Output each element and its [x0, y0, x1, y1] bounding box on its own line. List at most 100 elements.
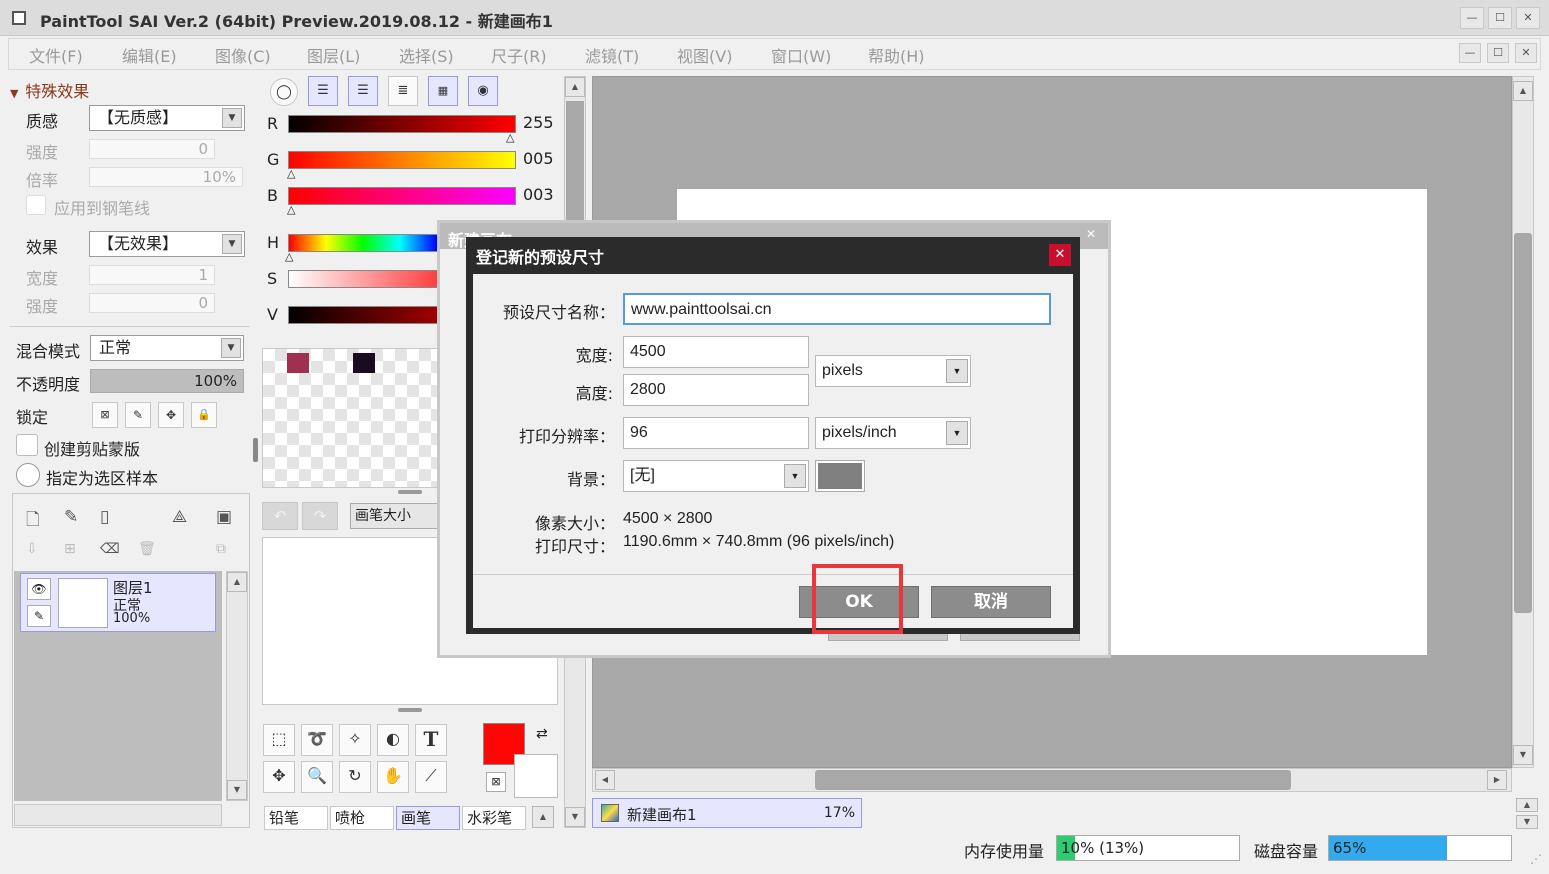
h-slider[interactable]: [288, 234, 438, 252]
color-wheel-icon[interactable]: ◯: [270, 78, 298, 106]
swap-colors-icon[interactable]: ⇄: [536, 726, 548, 742]
h-slider-handle[interactable]: △: [285, 250, 293, 263]
new-canvas-close-icon[interactable]: ✕: [1080, 227, 1102, 245]
blend-mode-select[interactable]: 正常 ▼: [90, 335, 244, 361]
tab-pencil[interactable]: 铅笔: [264, 806, 328, 830]
clipping-checkbox[interactable]: [16, 434, 38, 456]
scratchpad-icon[interactable]: ◉: [468, 76, 498, 106]
swatch-color[interactable]: [287, 353, 309, 373]
scroll-right-icon[interactable]: ▶: [1487, 770, 1507, 790]
width-input[interactable]: 4500: [623, 336, 809, 368]
lock-all-icon[interactable]: 🔒: [191, 402, 217, 428]
duplicate-icon[interactable]: ⧉: [216, 541, 226, 557]
panel-splitter[interactable]: [398, 708, 422, 712]
shape-icon[interactable]: ◐: [377, 724, 409, 756]
minimize-button[interactable]: —: [1460, 7, 1484, 29]
brush-size-dropdown[interactable]: 画笔大小: [350, 503, 438, 529]
panel-splitter[interactable]: [398, 490, 422, 494]
new-layer-icon[interactable]: 🗋: [26, 507, 40, 536]
scroll-left-icon[interactable]: ◀: [595, 770, 615, 790]
texture-select[interactable]: 【无质感】 ▼: [89, 105, 245, 131]
collapse-triangle-icon[interactable]: ▼: [10, 87, 18, 100]
resolution-input[interactable]: 96: [623, 417, 809, 449]
scroll-down-icon[interactable]: ▼: [1516, 815, 1538, 829]
magic-wand-icon[interactable]: ✧: [339, 724, 371, 756]
new-vector-layer-icon[interactable]: ✎: [64, 507, 78, 527]
doc-close-button[interactable]: ✕: [1515, 43, 1537, 63]
hand-icon[interactable]: ✋: [377, 761, 409, 793]
s-slider[interactable]: [288, 270, 438, 288]
menu-edit[interactable]: 编辑(E): [122, 43, 177, 67]
canvas-hscrollbar[interactable]: ◀ ▶: [592, 768, 1512, 792]
background-color-button[interactable]: [815, 460, 865, 492]
scroll-up-icon[interactable]: ▲: [1513, 81, 1533, 101]
tab-watercolor[interactable]: 水彩笔: [462, 806, 526, 830]
add-icon[interactable]: ⊞: [64, 541, 76, 557]
layer-row[interactable]: 👁 ✎ 图层1 正常 100%: [20, 573, 216, 632]
b-slider[interactable]: [288, 187, 516, 205]
move-icon[interactable]: ✥: [263, 761, 295, 793]
scroll-thumb[interactable]: [815, 770, 1291, 790]
clear-layer-icon[interactable]: ⌫: [100, 541, 120, 557]
layer-scrollbar[interactable]: ▲ ▼: [226, 571, 248, 801]
mask-icon[interactable]: ▣: [216, 507, 232, 527]
tab-airbrush[interactable]: 喷枪: [330, 806, 394, 830]
lock-transparency-icon[interactable]: ⊠: [92, 402, 118, 428]
opacity-slider[interactable]: 100%: [90, 369, 244, 393]
scroll-up-icon[interactable]: ▲: [565, 77, 585, 97]
scroll-down-icon[interactable]: ▼: [227, 780, 247, 800]
text-tool-icon[interactable]: T: [415, 724, 447, 756]
v-slider[interactable]: [288, 306, 438, 324]
scroll-thumb[interactable]: [566, 101, 584, 231]
rect-select-icon[interactable]: ⬚: [263, 724, 295, 756]
resolution-unit-select[interactable]: pixels/inch ▼: [815, 417, 971, 449]
preset-name-input[interactable]: www.painttoolsai.cn: [623, 293, 1051, 325]
resize-grip-icon[interactable]: ⋰: [1530, 852, 1542, 866]
menu-layer[interactable]: 图层(L): [307, 43, 360, 67]
swatch-palette[interactable]: [262, 348, 438, 488]
background-select[interactable]: [无] ▼: [623, 460, 809, 492]
eye-icon[interactable]: 👁: [27, 578, 51, 600]
menu-window[interactable]: 窗口(W): [771, 43, 831, 67]
effect-width-slider[interactable]: 1: [89, 265, 215, 285]
doc-restore-button[interactable]: ☐: [1487, 43, 1509, 63]
scroll-down-icon[interactable]: ▼: [1513, 745, 1533, 765]
height-input[interactable]: 2800: [623, 374, 809, 406]
scroll-thumb[interactable]: [1514, 233, 1532, 613]
swatch-color[interactable]: [353, 353, 375, 373]
menu-image[interactable]: 图像(C): [215, 43, 271, 67]
undo-icon[interactable]: ↶: [262, 502, 298, 530]
menu-filter[interactable]: 滤镜(T): [585, 43, 639, 67]
eyedropper-icon[interactable]: ⟋: [415, 761, 447, 793]
menu-select[interactable]: 选择(S): [399, 43, 454, 67]
tab-brush[interactable]: 画笔: [396, 806, 460, 830]
pencil-icon[interactable]: ✎: [27, 605, 51, 627]
cancel-button[interactable]: 取消: [931, 586, 1051, 618]
rgb-slider-icon[interactable]: ☰: [308, 76, 338, 106]
scroll-down-icon[interactable]: ▼: [565, 807, 585, 827]
size-unit-select[interactable]: pixels ▼: [815, 355, 971, 387]
g-slider-handle[interactable]: △: [287, 167, 295, 180]
new-folder-icon[interactable]: ▯: [100, 507, 109, 527]
doc-minimize-button[interactable]: —: [1459, 43, 1481, 63]
swatch-grid-icon[interactable]: ▦: [428, 76, 458, 106]
layer-effect-icon[interactable]: ⟁: [172, 507, 187, 527]
menu-view[interactable]: 视图(V): [677, 43, 732, 67]
menu-file[interactable]: 文件(F): [29, 43, 83, 67]
effect-select[interactable]: 【无效果】 ▼: [89, 231, 245, 257]
panel-splitter[interactable]: [253, 438, 258, 462]
r-slider[interactable]: [288, 115, 516, 133]
background-color[interactable]: [514, 754, 558, 798]
effect-strength-slider[interactable]: 0: [89, 293, 215, 313]
layer-hscrollbar[interactable]: [14, 804, 222, 826]
transparent-color-icon[interactable]: ⊠: [486, 772, 506, 792]
lock-move-icon[interactable]: ✥: [158, 402, 184, 428]
redo-icon[interactable]: ↷: [302, 502, 338, 530]
trash-icon[interactable]: 🗑: [138, 541, 156, 557]
lasso-icon[interactable]: ➰: [301, 724, 333, 756]
scale-slider[interactable]: 10%: [89, 167, 243, 187]
menu-ruler[interactable]: 尺子(R): [491, 43, 547, 67]
r-slider-handle[interactable]: △: [506, 131, 514, 144]
menu-help[interactable]: 帮助(H): [868, 43, 925, 67]
mixer-icon[interactable]: ≣: [388, 76, 418, 106]
